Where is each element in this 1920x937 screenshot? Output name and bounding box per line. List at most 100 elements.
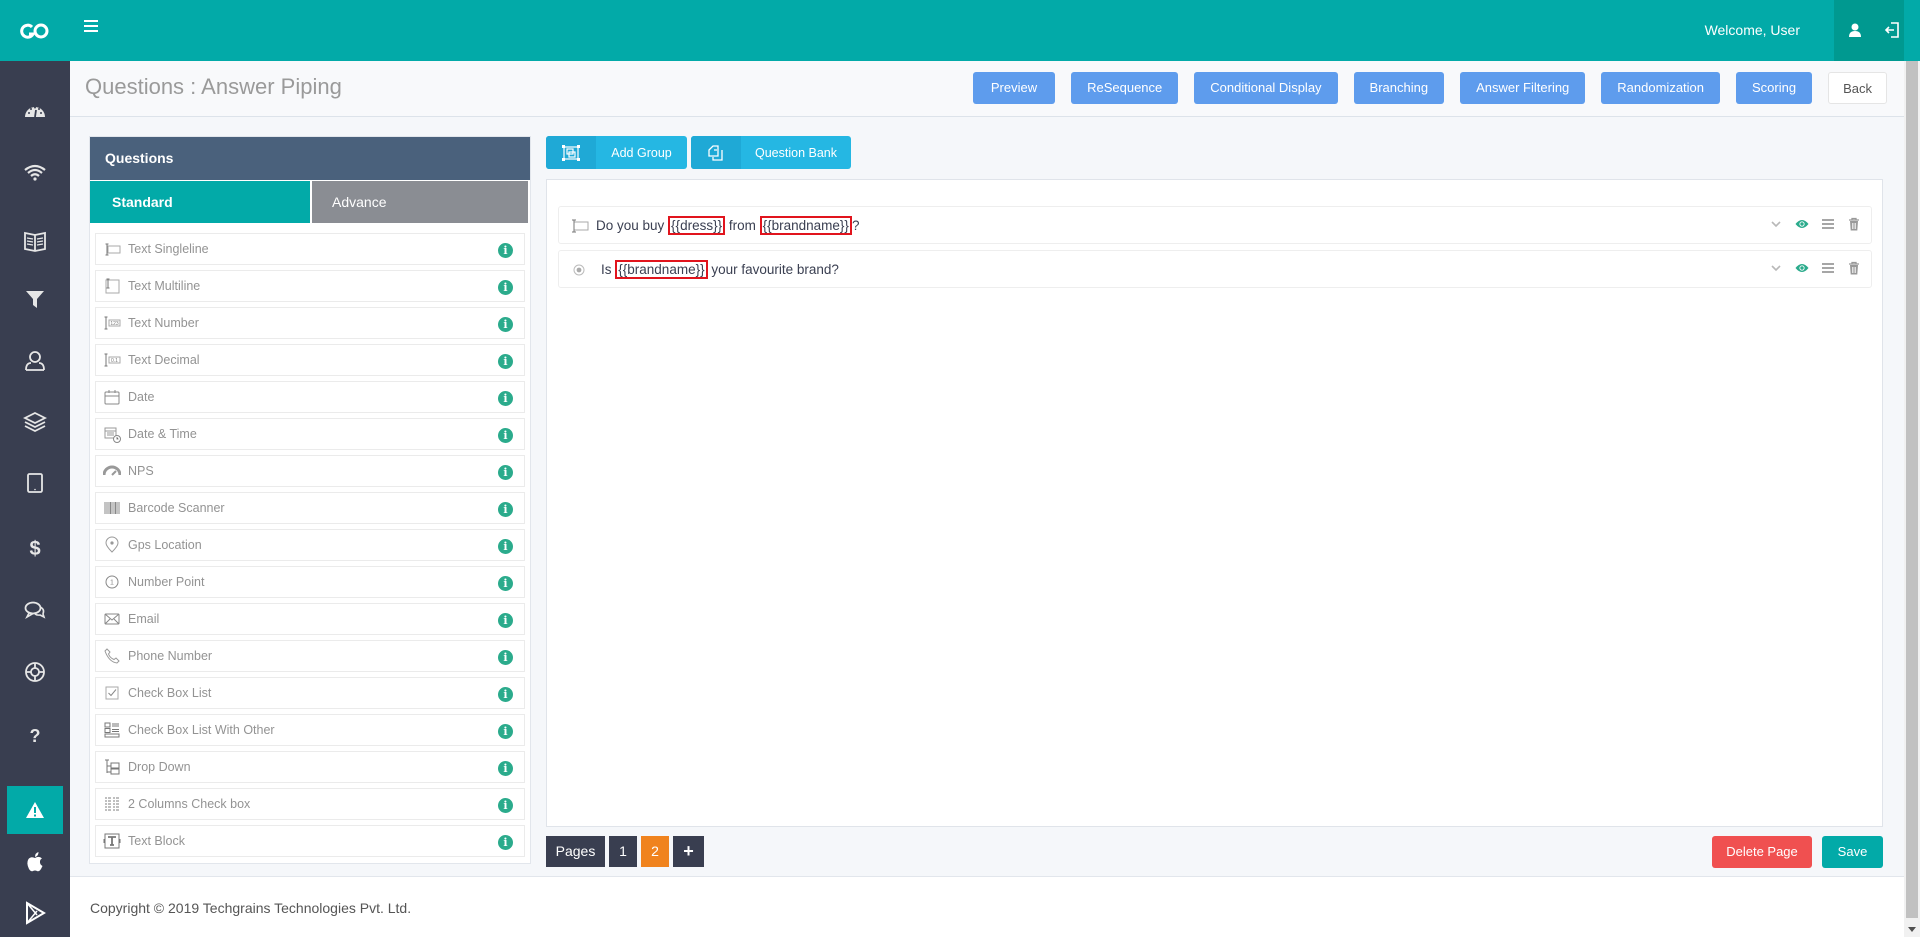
gauge-icon [102,462,122,480]
info-icon[interactable]: i [498,798,513,813]
user-icon[interactable] [1847,22,1863,38]
preview-button[interactable]: Preview [972,72,1056,104]
question-row[interactable]: Is {{brandname}} your favourite brand? [558,250,1872,288]
page-1-button[interactable]: 1 [609,836,637,867]
info-icon[interactable]: i [498,761,513,776]
conditional-display-button[interactable]: Conditional Display [1194,72,1338,104]
dollar-icon: $ [29,538,40,560]
add-group-label: Add Group [611,145,672,160]
question-row[interactable]: Do you buy {{dress}} from {{brandname}}? [558,206,1872,244]
question-type-label: Text Singleline [128,242,209,256]
info-icon[interactable]: i [498,391,513,406]
question-type-item[interactable]: Date i [95,381,525,413]
question-type-item[interactable]: Text Multiline i [95,270,525,302]
sidebar-item-wifi[interactable] [0,148,70,196]
sidebar-item-dashboard[interactable] [0,87,70,135]
branching-button[interactable]: Branching [1353,72,1445,104]
back-button[interactable]: Back [1828,72,1887,104]
question-types-title: Questions [90,137,530,180]
question-type-item[interactable]: Text Block i [95,825,525,857]
info-icon[interactable]: i [498,835,513,850]
drag-handle-icon[interactable] [1821,261,1835,275]
question-type-item[interactable]: 123 Text Number i [95,307,525,339]
info-icon[interactable]: i [498,317,513,332]
pagination: Pages 1 2 + [546,836,704,867]
scoring-button[interactable]: Scoring [1736,72,1813,104]
sidebar-item-alerts[interactable] [7,786,63,834]
info-icon[interactable]: i [498,576,513,591]
add-page-button[interactable]: + [673,836,704,867]
trash-icon[interactable] [1847,261,1861,275]
add-group-button[interactable]: Add Group [546,136,687,169]
question-type-item[interactable]: Phone Number i [95,640,525,672]
go-logo-icon[interactable] [0,0,70,61]
info-icon[interactable]: i [498,243,513,258]
info-icon[interactable]: i [498,428,513,443]
chevron-down-icon[interactable] [1769,261,1783,275]
save-button[interactable]: Save [1822,836,1883,868]
question-type-label: Text Block [128,834,185,848]
page-scrollbar[interactable] [1904,61,1920,937]
question-type-item[interactable]: Text Singleline i [95,233,525,265]
question-type-item[interactable]: Drop Down i [95,751,525,783]
logout-icon[interactable] [1884,21,1900,39]
question-type-item[interactable]: NPS i [95,455,525,487]
question-text-part: your favourite brand? [707,262,839,277]
question-type-item[interactable]: 1 Number Point i [95,566,525,598]
question-type-item[interactable]: 2 Columns Check box i [95,788,525,820]
question-type-item[interactable]: Check Box List With Other i [95,714,525,746]
sidebar-item-help[interactable]: ? [0,711,70,759]
info-icon[interactable]: i [498,280,513,295]
info-icon[interactable]: i [498,354,513,369]
info-icon[interactable]: i [498,613,513,628]
question-type-item[interactable]: Email i [95,603,525,635]
tablet-icon [27,473,43,493]
sidebar-item-layers[interactable] [0,398,70,446]
randomization-button[interactable]: Randomization [1601,72,1721,104]
eye-icon[interactable] [1795,261,1809,275]
info-icon[interactable]: i [498,502,513,517]
barcode-icon [103,499,121,517]
sidebar-item-tablet[interactable] [0,459,70,507]
hamburger-icon[interactable] [84,20,98,34]
question-type-label: Check Box List With Other [128,723,275,737]
dashboard-icon [25,106,45,118]
question-type-item[interactable]: 0.1 Text Decimal i [95,344,525,376]
sidebar-item-users[interactable] [0,337,70,385]
eye-icon[interactable] [1795,217,1809,231]
info-icon[interactable]: i [498,687,513,702]
question-type-item[interactable]: Date & Time i [95,418,525,450]
answer-filtering-button[interactable]: Answer Filtering [1460,72,1586,104]
sidebar: $ ? [0,61,70,937]
info-icon[interactable]: i [498,650,513,665]
question-text-part: Is [601,262,616,277]
question-type-label: Gps Location [128,538,202,552]
delete-page-button[interactable]: Delete Page [1712,836,1812,868]
scrollbar-thumb[interactable] [1906,61,1918,918]
sidebar-item-book[interactable] [0,217,70,265]
sidebar-item-filter[interactable] [0,275,70,323]
sidebar-item-chat[interactable] [0,586,70,634]
question-type-item[interactable]: Check Box List i [95,677,525,709]
question-type-item[interactable]: Barcode Scanner i [95,492,525,524]
sidebar-item-apple[interactable] [0,838,70,886]
drag-handle-icon[interactable] [1821,217,1835,231]
calendar-clock-icon [103,425,121,443]
question-type-item[interactable]: Gps Location i [95,529,525,561]
info-icon[interactable]: i [498,465,513,480]
sidebar-item-billing[interactable]: $ [0,524,70,572]
scroll-down-arrow-icon[interactable] [1908,927,1916,932]
resequence-button[interactable]: ReSequence [1071,72,1179,104]
piped-variable: {{brandname}} [615,260,708,279]
page-2-button[interactable]: 2 [641,836,669,867]
tab-standard[interactable]: Standard [90,181,310,223]
tab-advance[interactable]: Advance [310,181,528,223]
info-icon[interactable]: i [498,724,513,739]
sidebar-item-playstore[interactable] [0,889,70,937]
sidebar-item-support[interactable] [0,648,70,696]
info-icon[interactable]: i [498,539,513,554]
chevron-down-icon[interactable] [1769,217,1783,231]
question-bank-button[interactable]: Question Bank [691,136,851,169]
question-type-label: Drop Down [128,760,191,774]
trash-icon[interactable] [1847,217,1861,231]
